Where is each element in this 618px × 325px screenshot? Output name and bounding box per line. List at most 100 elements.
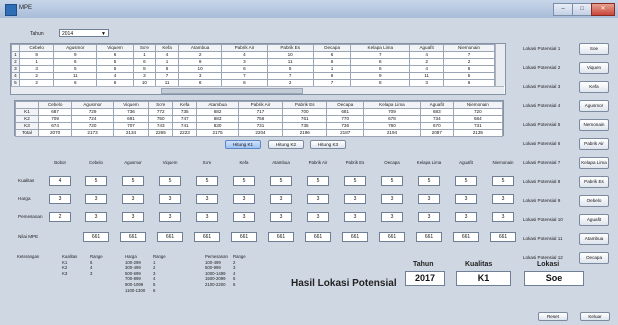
table-cell[interactable]: 731 [452, 122, 504, 130]
criteria-input[interactable]: 3 [344, 212, 366, 222]
criteria-input[interactable]: 3 [492, 194, 514, 204]
table-cell[interactable]: 9 [53, 51, 98, 59]
table-cell[interactable]: 700 [282, 108, 328, 116]
maximize-button[interactable]: □ [572, 3, 592, 16]
table-cell[interactable]: 2265 [148, 129, 174, 137]
table-cell[interactable]: 6 [350, 65, 411, 73]
table-cell[interactable]: 734 [419, 115, 454, 123]
table-cell[interactable]: 1 [18, 58, 55, 66]
lokasi-potensial-value[interactable]: Pabrik Es [579, 176, 609, 188]
lokasi-potensial-value[interactable]: Aguafit [579, 214, 609, 226]
criteria-input[interactable]: 4 [49, 176, 71, 186]
table-cell[interactable]: 5 [96, 58, 134, 66]
table-cell[interactable]: 709 [363, 108, 421, 116]
table-cell[interactable]: 2187 [326, 129, 365, 137]
table-cell[interactable]: 2135 [452, 129, 504, 137]
criteria-input[interactable]: 3 [418, 212, 440, 222]
criteria-input[interactable]: 5 [122, 176, 144, 186]
table-cell[interactable]: 2223 [172, 129, 198, 137]
criteria-input[interactable]: 3 [85, 212, 107, 222]
table-cell[interactable]: 10 [266, 51, 314, 59]
table-cell[interactable]: 1 [312, 65, 352, 73]
table-cell[interactable]: 682 [196, 108, 239, 116]
table-cell[interactable]: 6 [53, 58, 98, 66]
close-button[interactable]: ✕ [591, 3, 615, 16]
table-cell[interactable]: 724 [71, 115, 114, 123]
criteria-input[interactable]: 3 [196, 212, 218, 222]
table-cell[interactable]: 4 [221, 51, 268, 59]
table-cell[interactable]: 5 [443, 72, 495, 80]
criteria-input[interactable]: 3 [85, 194, 107, 204]
table-cell[interactable]: 747 [172, 115, 198, 123]
table-cell[interactable]: 2204 [237, 129, 284, 137]
criteria-input[interactable]: 5 [196, 176, 218, 186]
table-cell[interactable]: 9 [178, 58, 223, 66]
criteria-input[interactable]: 5 [233, 176, 255, 186]
lokasi-potensial-value[interactable]: Viquen [579, 62, 609, 74]
table-cell[interactable]: 6 [350, 58, 411, 66]
lokasi-potensial-value[interactable]: Nemonain [579, 119, 609, 131]
table-cell[interactable]: 709 [37, 115, 73, 123]
table-cell[interactable]: 3 [221, 58, 268, 66]
table-cell[interactable]: 6 [96, 51, 134, 59]
criteria-input[interactable]: 3 [344, 194, 366, 204]
criteria-input[interactable]: 3 [159, 194, 181, 204]
criteria-input[interactable]: 5 [492, 176, 514, 186]
table-cell[interactable]: 4 [409, 51, 445, 59]
table-cell[interactable]: 674 [37, 122, 73, 130]
criteria-input[interactable]: 3 [307, 194, 329, 204]
criteria-input[interactable]: 5 [455, 176, 477, 186]
top-table-hscroll[interactable] [11, 86, 504, 94]
criteria-input[interactable]: 5 [344, 176, 366, 186]
table-cell[interactable]: 6 [312, 72, 352, 80]
criteria-input[interactable]: 3 [381, 212, 403, 222]
criteria-input[interactable]: 3 [455, 212, 477, 222]
table-cell[interactable]: 4 [96, 72, 134, 80]
criteria-input[interactable]: 5 [270, 176, 292, 186]
lokasi-potensial-value[interactable]: Kefa [579, 81, 609, 93]
table-cell[interactable]: 11 [409, 72, 445, 80]
table-cell[interactable]: 5 [96, 65, 134, 73]
table-cell[interactable]: 750 [148, 115, 174, 123]
criteria-input[interactable]: 3 [381, 194, 403, 204]
table-cell[interactable]: 3 [178, 72, 223, 80]
criteria-input[interactable]: 5 [85, 176, 107, 186]
criteria-input[interactable]: 5 [307, 176, 329, 186]
hitung-k2-button[interactable]: Hitung K2 [268, 140, 304, 149]
criteria-input[interactable]: 3 [196, 194, 218, 204]
table-cell[interactable]: 7 [155, 72, 180, 80]
table-cell[interactable]: 761 [282, 115, 328, 123]
table-cell[interactable]: 2175 [196, 129, 239, 137]
table-cell[interactable]: 4 [155, 51, 180, 59]
criteria-input[interactable]: 3 [122, 212, 144, 222]
table-cell[interactable]: 691 [112, 115, 150, 123]
table-cell[interactable]: 683 [196, 115, 239, 123]
table-cell[interactable]: 5 [266, 65, 314, 73]
table-cell[interactable]: 5 [53, 65, 98, 73]
table-cell[interactable]: 7 [221, 72, 268, 80]
tahun-select[interactable]: 2014 ▼ [59, 29, 109, 37]
lokasi-potensial-value[interactable]: Soe [579, 43, 609, 55]
table-cell[interactable]: 729 [71, 108, 114, 116]
criteria-input[interactable]: 3 [455, 194, 477, 204]
table-cell[interactable]: 8 [132, 65, 157, 73]
table-cell[interactable]: 2134 [112, 129, 150, 137]
table-cell[interactable]: 684 [452, 115, 504, 123]
table-cell[interactable]: 683 [419, 108, 454, 116]
table-cell[interactable]: 735 [282, 122, 328, 130]
table-cell[interactable]: 2 [18, 72, 55, 80]
reset-button[interactable]: Reset [538, 312, 568, 321]
criteria-input[interactable]: 5 [381, 176, 403, 186]
table-cell[interactable]: 6 [155, 65, 180, 73]
criteria-input[interactable]: 3 [159, 212, 181, 222]
table-cell[interactable]: 2 [409, 58, 445, 66]
table-cell[interactable]: 707 [112, 122, 150, 130]
top-table-scroll-thumb[interactable] [161, 88, 303, 94]
table-cell[interactable]: 2194 [363, 129, 421, 137]
table-cell[interactable]: 678 [363, 115, 421, 123]
table-cell[interactable]: 717 [237, 108, 284, 116]
top-table-vscroll[interactable] [495, 44, 505, 86]
table-cell[interactable]: 770 [326, 115, 365, 123]
table-cell[interactable]: 6 [443, 65, 495, 73]
table-cell[interactable]: 11 [266, 58, 314, 66]
